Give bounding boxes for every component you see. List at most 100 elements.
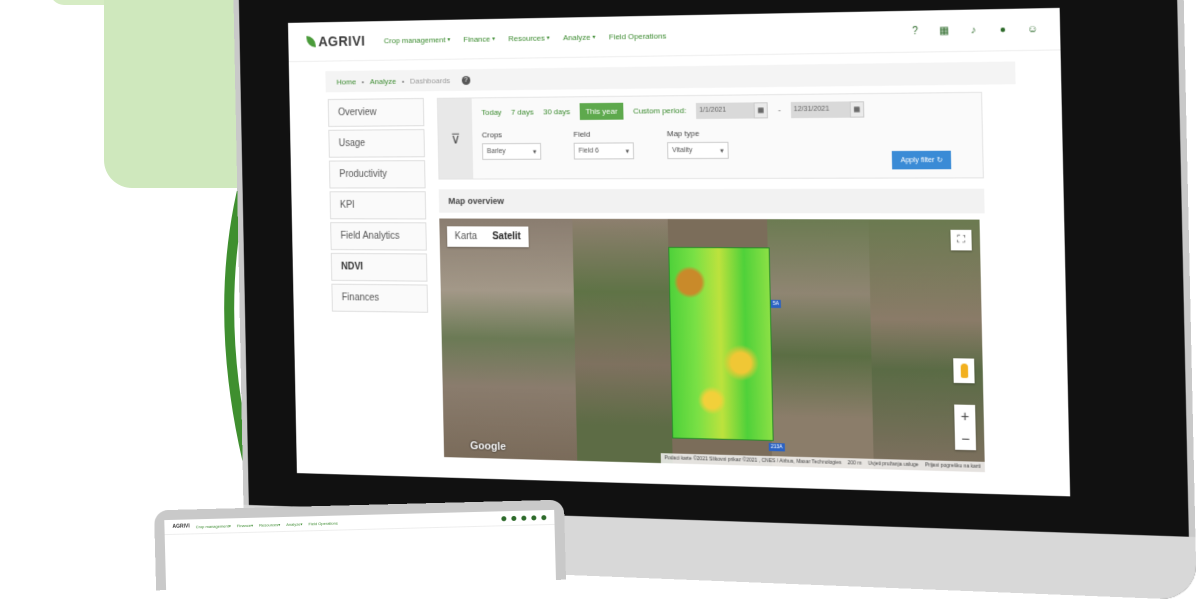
app-screen: AGRIVI Crop management ▾ Finance ▾ Resourc… <box>287 7 1071 497</box>
breadcrumb-current: Dashboards <box>409 75 451 86</box>
ndvi-overlay <box>668 246 774 442</box>
field-strip <box>572 218 673 464</box>
crops-select[interactable]: Barley ▾ <box>481 142 542 160</box>
street-view-pegman-icon[interactable] <box>953 358 975 384</box>
nav-analyze[interactable]: Analyze ▾ <box>563 32 595 41</box>
bell-icon[interactable] <box>521 515 527 521</box>
caret-down-icon: ▾ <box>546 35 550 42</box>
start-date-group: 1/1/2021 ▦ <box>695 101 769 119</box>
chat-icon[interactable]: ● <box>996 23 1009 36</box>
filter-body: Today 7 days 30 days This year Custom pe… <box>472 93 983 179</box>
laptop-screen: AGRIVI Crop management▾ Finance▾ Resourc… <box>164 509 556 591</box>
main-panel: ⊽ Today 7 days 30 days This year Custom … <box>436 91 990 473</box>
sidebar-item-usage[interactable]: Usage <box>328 129 425 158</box>
brand-logo[interactable]: AGRIVI <box>306 33 365 49</box>
help-icon[interactable] <box>501 515 507 521</box>
top-icons: ? ▦ ♪ ● ☺ <box>909 23 1039 38</box>
help-icon[interactable]: ? <box>909 25 922 37</box>
refresh-icon: ↻ <box>936 156 943 165</box>
chat-icon[interactable] <box>531 514 537 521</box>
apply-filter-button[interactable]: Apply filter ↻ <box>892 150 952 170</box>
caret-down-icon: ▾ <box>492 36 496 42</box>
user-icon[interactable] <box>541 514 547 520</box>
sidebar-item-ndvi[interactable]: NDVI <box>330 252 428 282</box>
breadcrumb: Home • Analyze • Dashboards ? <box>325 61 1016 93</box>
caret-down-icon: ▾ <box>592 34 596 41</box>
maptype-label: Map type <box>666 128 700 139</box>
end-date-group: 12/31/2021 ▦ <box>790 100 865 118</box>
google-logo: Google <box>470 440 507 453</box>
maptype-select[interactable]: Vitality ▾ <box>667 141 729 160</box>
laptop-nav-item[interactable]: Resources▾ <box>259 522 280 528</box>
field-select[interactable]: Field 6 ▾ <box>573 142 635 160</box>
sidebar-item-field-analytics[interactable]: Field Analytics <box>330 222 427 251</box>
field-strip <box>767 219 874 470</box>
breadcrumb-analyze[interactable]: Analyze <box>370 77 397 86</box>
laptop: AGRIVI Crop management▾ Finance▾ Resourc… <box>154 499 566 591</box>
map-attribution: Podaci karte ©2021 Slikovni prikaz ©2021… <box>664 455 842 467</box>
caret-down-icon: ▾ <box>532 148 537 156</box>
zoom-out-button[interactable]: − <box>955 427 976 450</box>
filter-clear-icon[interactable]: ⊽ <box>437 98 474 179</box>
period-7-days[interactable]: 7 days <box>511 108 534 117</box>
maptype-filter: Map type Vitality ▾ <box>666 128 729 160</box>
date-separator: - <box>777 105 781 115</box>
calendar-icon[interactable] <box>511 515 517 521</box>
end-date-input[interactable]: 12/31/2021 <box>790 100 850 118</box>
tab-map[interactable]: Karta <box>447 226 485 247</box>
satellite-map[interactable]: 5A 213A Karta Satelit ⛶ + − Google Podac… <box>439 218 985 473</box>
sidebar: Overview Usage Productivity KPI Field An… <box>327 97 429 316</box>
calendar-icon[interactable]: ▦ <box>753 101 769 118</box>
caret-down-icon: ▾ <box>720 147 724 155</box>
breadcrumb-home[interactable]: Home <box>336 77 356 86</box>
sidebar-item-overview[interactable]: Overview <box>327 97 425 127</box>
caret-down-icon: ▾ <box>447 36 451 43</box>
laptop-nav-item[interactable]: Crop management▾ <box>196 523 231 529</box>
period-row: Today 7 days 30 days This year Custom pe… <box>481 99 971 121</box>
tab-satellite[interactable]: Satelit <box>485 226 529 247</box>
custom-period-label: Custom period: <box>632 106 687 116</box>
nav-finance[interactable]: Finance ▾ <box>463 34 495 43</box>
breadcrumb-separator: • <box>361 76 365 86</box>
calendar-icon[interactable]: ▦ <box>849 100 865 118</box>
field-strip <box>439 218 578 461</box>
caret-down-icon: ▾ <box>625 147 630 155</box>
field-filter: Field Field 6 ▾ <box>573 129 635 160</box>
filter-box: ⊽ Today 7 days 30 days This year Custom … <box>436 91 984 180</box>
map-overview-title: Map overview <box>438 188 985 214</box>
top-nav: AGRIVI Crop management ▾ Finance ▾ Resourc… <box>287 7 1061 63</box>
map-scale: 200 m <box>847 460 862 467</box>
fullscreen-icon[interactable]: ⛶ <box>950 229 972 251</box>
crops-label: Crops <box>481 130 503 140</box>
road-label: 5A <box>770 299 782 309</box>
sidebar-item-productivity[interactable]: Productivity <box>328 160 426 189</box>
period-today[interactable]: Today <box>481 108 501 117</box>
laptop-nav-item[interactable]: Field Operations <box>308 520 337 526</box>
period-this-year[interactable]: This year <box>579 102 624 120</box>
zoom-in-button[interactable]: + <box>954 405 975 428</box>
laptop-icons <box>501 514 547 521</box>
help-icon[interactable]: ? <box>461 75 471 85</box>
breadcrumb-separator: • <box>401 76 405 86</box>
calendar-icon[interactable]: ▦ <box>938 24 951 37</box>
leaf-icon <box>306 35 316 48</box>
sidebar-item-kpi[interactable]: KPI <box>329 191 427 220</box>
nav-resources[interactable]: Resources ▾ <box>508 33 550 42</box>
laptop-nav-item[interactable]: Analyze▾ <box>286 521 302 526</box>
map-report-link[interactable]: Prijavi pogrešku na karti <box>925 462 981 470</box>
crops-filter: Crops Barley ▾ <box>482 130 542 160</box>
bell-icon[interactable]: ♪ <box>967 24 980 37</box>
period-30-days[interactable]: 30 days <box>543 107 570 116</box>
zoom-controls: + − <box>954 404 977 451</box>
start-date-input[interactable]: 1/1/2021 <box>695 101 755 119</box>
nav-field-operations[interactable]: Field Operations <box>609 31 667 41</box>
sidebar-item-finances[interactable]: Finances <box>331 283 429 313</box>
nav-crop-management[interactable]: Crop management ▾ <box>384 35 451 45</box>
laptop-brand: AGRIVI <box>172 523 190 530</box>
user-icon[interactable]: ☺ <box>1026 23 1039 36</box>
map-terms-link[interactable]: Uvjeti pružanja usluge <box>868 461 919 469</box>
laptop-nav: AGRIVI Crop management▾ Finance▾ Resourc… <box>164 509 555 536</box>
road-label: 213A <box>768 442 785 452</box>
brand-name: AGRIVI <box>318 32 366 50</box>
laptop-nav-item[interactable]: Finance▾ <box>237 522 253 527</box>
